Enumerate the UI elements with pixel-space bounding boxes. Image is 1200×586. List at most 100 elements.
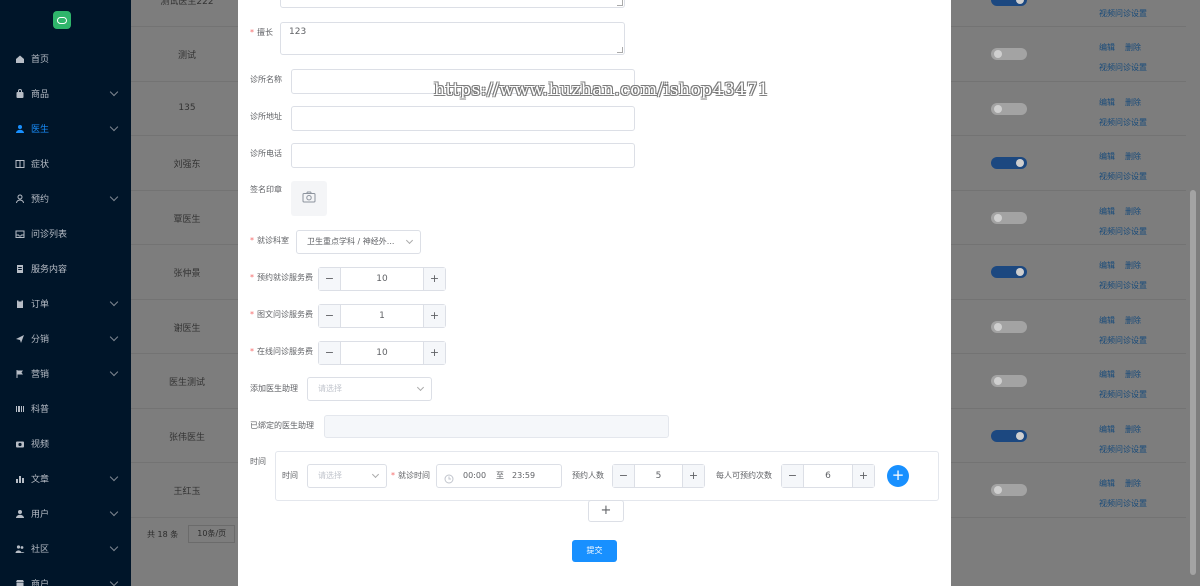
appointment-fee-value[interactable]: 10: [341, 268, 423, 290]
sidebar-item[interactable]: 订单: [0, 286, 131, 321]
sidebar-item-label: 视频: [31, 440, 50, 450]
per-person-value[interactable]: 6: [804, 465, 852, 487]
online-consult-fee-value[interactable]: 10: [341, 342, 423, 364]
delete-link[interactable]: 删除: [1125, 479, 1141, 488]
delete-link[interactable]: 删除: [1125, 316, 1141, 325]
online-consult-fee-stepper[interactable]: − 10 +: [318, 341, 446, 365]
sidebar-item[interactable]: 症状: [0, 146, 131, 181]
sidebar-item[interactable]: 分销: [0, 321, 131, 356]
booking-count-stepper[interactable]: − 5 +: [612, 464, 705, 488]
visit-start-time[interactable]: 00:00: [463, 465, 486, 487]
plus-icon[interactable]: +: [423, 268, 445, 290]
sidebar-item[interactable]: 营销: [0, 356, 131, 391]
video-settings-link[interactable]: 视频问诊设置: [1099, 227, 1147, 236]
delete-link[interactable]: 删除: [1125, 261, 1141, 270]
edit-link[interactable]: 编辑: [1099, 43, 1115, 52]
minus-icon[interactable]: −: [319, 342, 341, 364]
signature-upload[interactable]: [291, 181, 327, 216]
app-logo[interactable]: [53, 11, 71, 29]
edit-link[interactable]: 编辑: [1099, 152, 1115, 161]
time-period-select[interactable]: 请选择: [307, 464, 387, 488]
sidebar-item[interactable]: 医生: [0, 111, 131, 146]
submit-button[interactable]: 提交: [572, 540, 617, 562]
video-settings-link[interactable]: 视频问诊设置: [1099, 445, 1147, 454]
plus-icon[interactable]: +: [852, 465, 874, 487]
specialty-textarea[interactable]: 123: [280, 22, 625, 55]
visit-end-time[interactable]: 23:59: [512, 465, 535, 487]
status-toggle[interactable]: [991, 375, 1027, 387]
clinic-address-input[interactable]: [291, 106, 635, 131]
text-consult-fee-value[interactable]: 1: [341, 305, 423, 327]
add-time-slot-button[interactable]: +: [887, 465, 909, 487]
booking-count-value[interactable]: 5: [635, 465, 682, 487]
intro-textarea[interactable]: [280, 0, 625, 8]
page-size-select[interactable]: 10条/页: [188, 525, 236, 543]
doctor-name: 张仲景: [173, 269, 201, 279]
status-toggle[interactable]: [991, 211, 1027, 224]
video-settings-link[interactable]: 视频问诊设置: [1099, 499, 1147, 508]
plus-icon[interactable]: +: [423, 305, 445, 327]
delete-link[interactable]: 删除: [1125, 370, 1141, 379]
visit-time-range[interactable]: 00:00 至 23:59: [436, 464, 562, 488]
edit-link[interactable]: 编辑: [1099, 98, 1115, 107]
doctor-name: 医生测试: [168, 378, 205, 388]
sidebar-item-label: 营销: [31, 370, 50, 380]
edit-link[interactable]: 编辑: [1099, 425, 1115, 434]
sidebar-item[interactable]: 用户: [0, 496, 131, 531]
clinic-phone-input[interactable]: [291, 143, 635, 168]
minus-icon[interactable]: −: [613, 465, 635, 487]
status-toggle[interactable]: [991, 157, 1027, 169]
edit-link[interactable]: 编辑: [1099, 207, 1115, 216]
video-settings-link[interactable]: 视频问诊设置: [1099, 172, 1147, 181]
plus-icon[interactable]: +: [682, 465, 704, 487]
video-settings-link[interactable]: 视频问诊设置: [1099, 336, 1147, 345]
minus-icon[interactable]: −: [782, 465, 804, 487]
status-toggle[interactable]: [991, 266, 1027, 278]
status-toggle[interactable]: [991, 484, 1027, 496]
video-settings-link[interactable]: 视频问诊设置: [1099, 118, 1147, 127]
edit-link[interactable]: 编辑: [1099, 261, 1115, 270]
add-time-group-button[interactable]: +: [588, 500, 624, 522]
delete-link[interactable]: 删除: [1125, 98, 1141, 107]
appointment-fee-stepper[interactable]: − 10 +: [318, 267, 446, 291]
status-toggle[interactable]: [991, 48, 1027, 60]
sidebar-item[interactable]: 科普: [0, 391, 131, 426]
text-consult-fee-stepper[interactable]: − 1 +: [318, 304, 446, 328]
edit-link[interactable]: 编辑: [1099, 479, 1115, 488]
sidebar-item-label: 商户: [31, 580, 50, 586]
status-toggle[interactable]: [991, 429, 1027, 442]
add-assistant-select[interactable]: 请选择: [307, 377, 432, 401]
status-toggle[interactable]: [991, 0, 1027, 6]
delete-link[interactable]: 删除: [1125, 152, 1141, 161]
sidebar-item[interactable]: 预约: [0, 181, 131, 216]
minus-icon[interactable]: −: [319, 305, 341, 327]
department-cascader[interactable]: 卫生重点学科 / 神经外...: [296, 230, 421, 254]
plus-icon[interactable]: +: [423, 342, 445, 364]
sidebar-item[interactable]: 问诊列表: [0, 216, 131, 251]
status-toggle[interactable]: [991, 320, 1027, 333]
video-settings-link[interactable]: 视频问诊设置: [1099, 9, 1147, 18]
sidebar-item[interactable]: 服务内容: [0, 251, 131, 286]
sidebar-item[interactable]: 商品: [0, 76, 131, 111]
edit-link[interactable]: 编辑: [1099, 316, 1115, 325]
video-settings-link[interactable]: 视频问诊设置: [1099, 63, 1147, 72]
per-person-stepper[interactable]: − 6 +: [781, 464, 875, 488]
delete-link[interactable]: 删除: [1125, 425, 1141, 434]
chevron-down-icon: [109, 472, 119, 482]
video-settings-link[interactable]: 视频问诊设置: [1099, 390, 1147, 399]
sidebar-item[interactable]: 文章: [0, 461, 131, 496]
sidebar: 首页 商品 医生 症状 预约 问诊列表 服务内容 订单 分销营销科普视频文章 用户 社区商户: [0, 0, 131, 586]
status-toggle[interactable]: [991, 102, 1027, 115]
delete-link[interactable]: 删除: [1125, 43, 1141, 52]
sidebar-item[interactable]: 视频: [0, 426, 131, 461]
clipboard-icon: [15, 299, 25, 309]
sidebar-item[interactable]: 商户: [0, 566, 131, 586]
video-settings-link[interactable]: 视频问诊设置: [1099, 281, 1147, 290]
minus-icon[interactable]: −: [319, 268, 341, 290]
edit-link[interactable]: 编辑: [1099, 370, 1115, 379]
clinic-address-label: 诊所地址: [250, 112, 282, 121]
page-scrollbar[interactable]: [1190, 190, 1196, 575]
delete-link[interactable]: 删除: [1125, 207, 1141, 216]
sidebar-item[interactable]: 社区: [0, 531, 131, 566]
sidebar-item[interactable]: 首页: [0, 41, 131, 76]
